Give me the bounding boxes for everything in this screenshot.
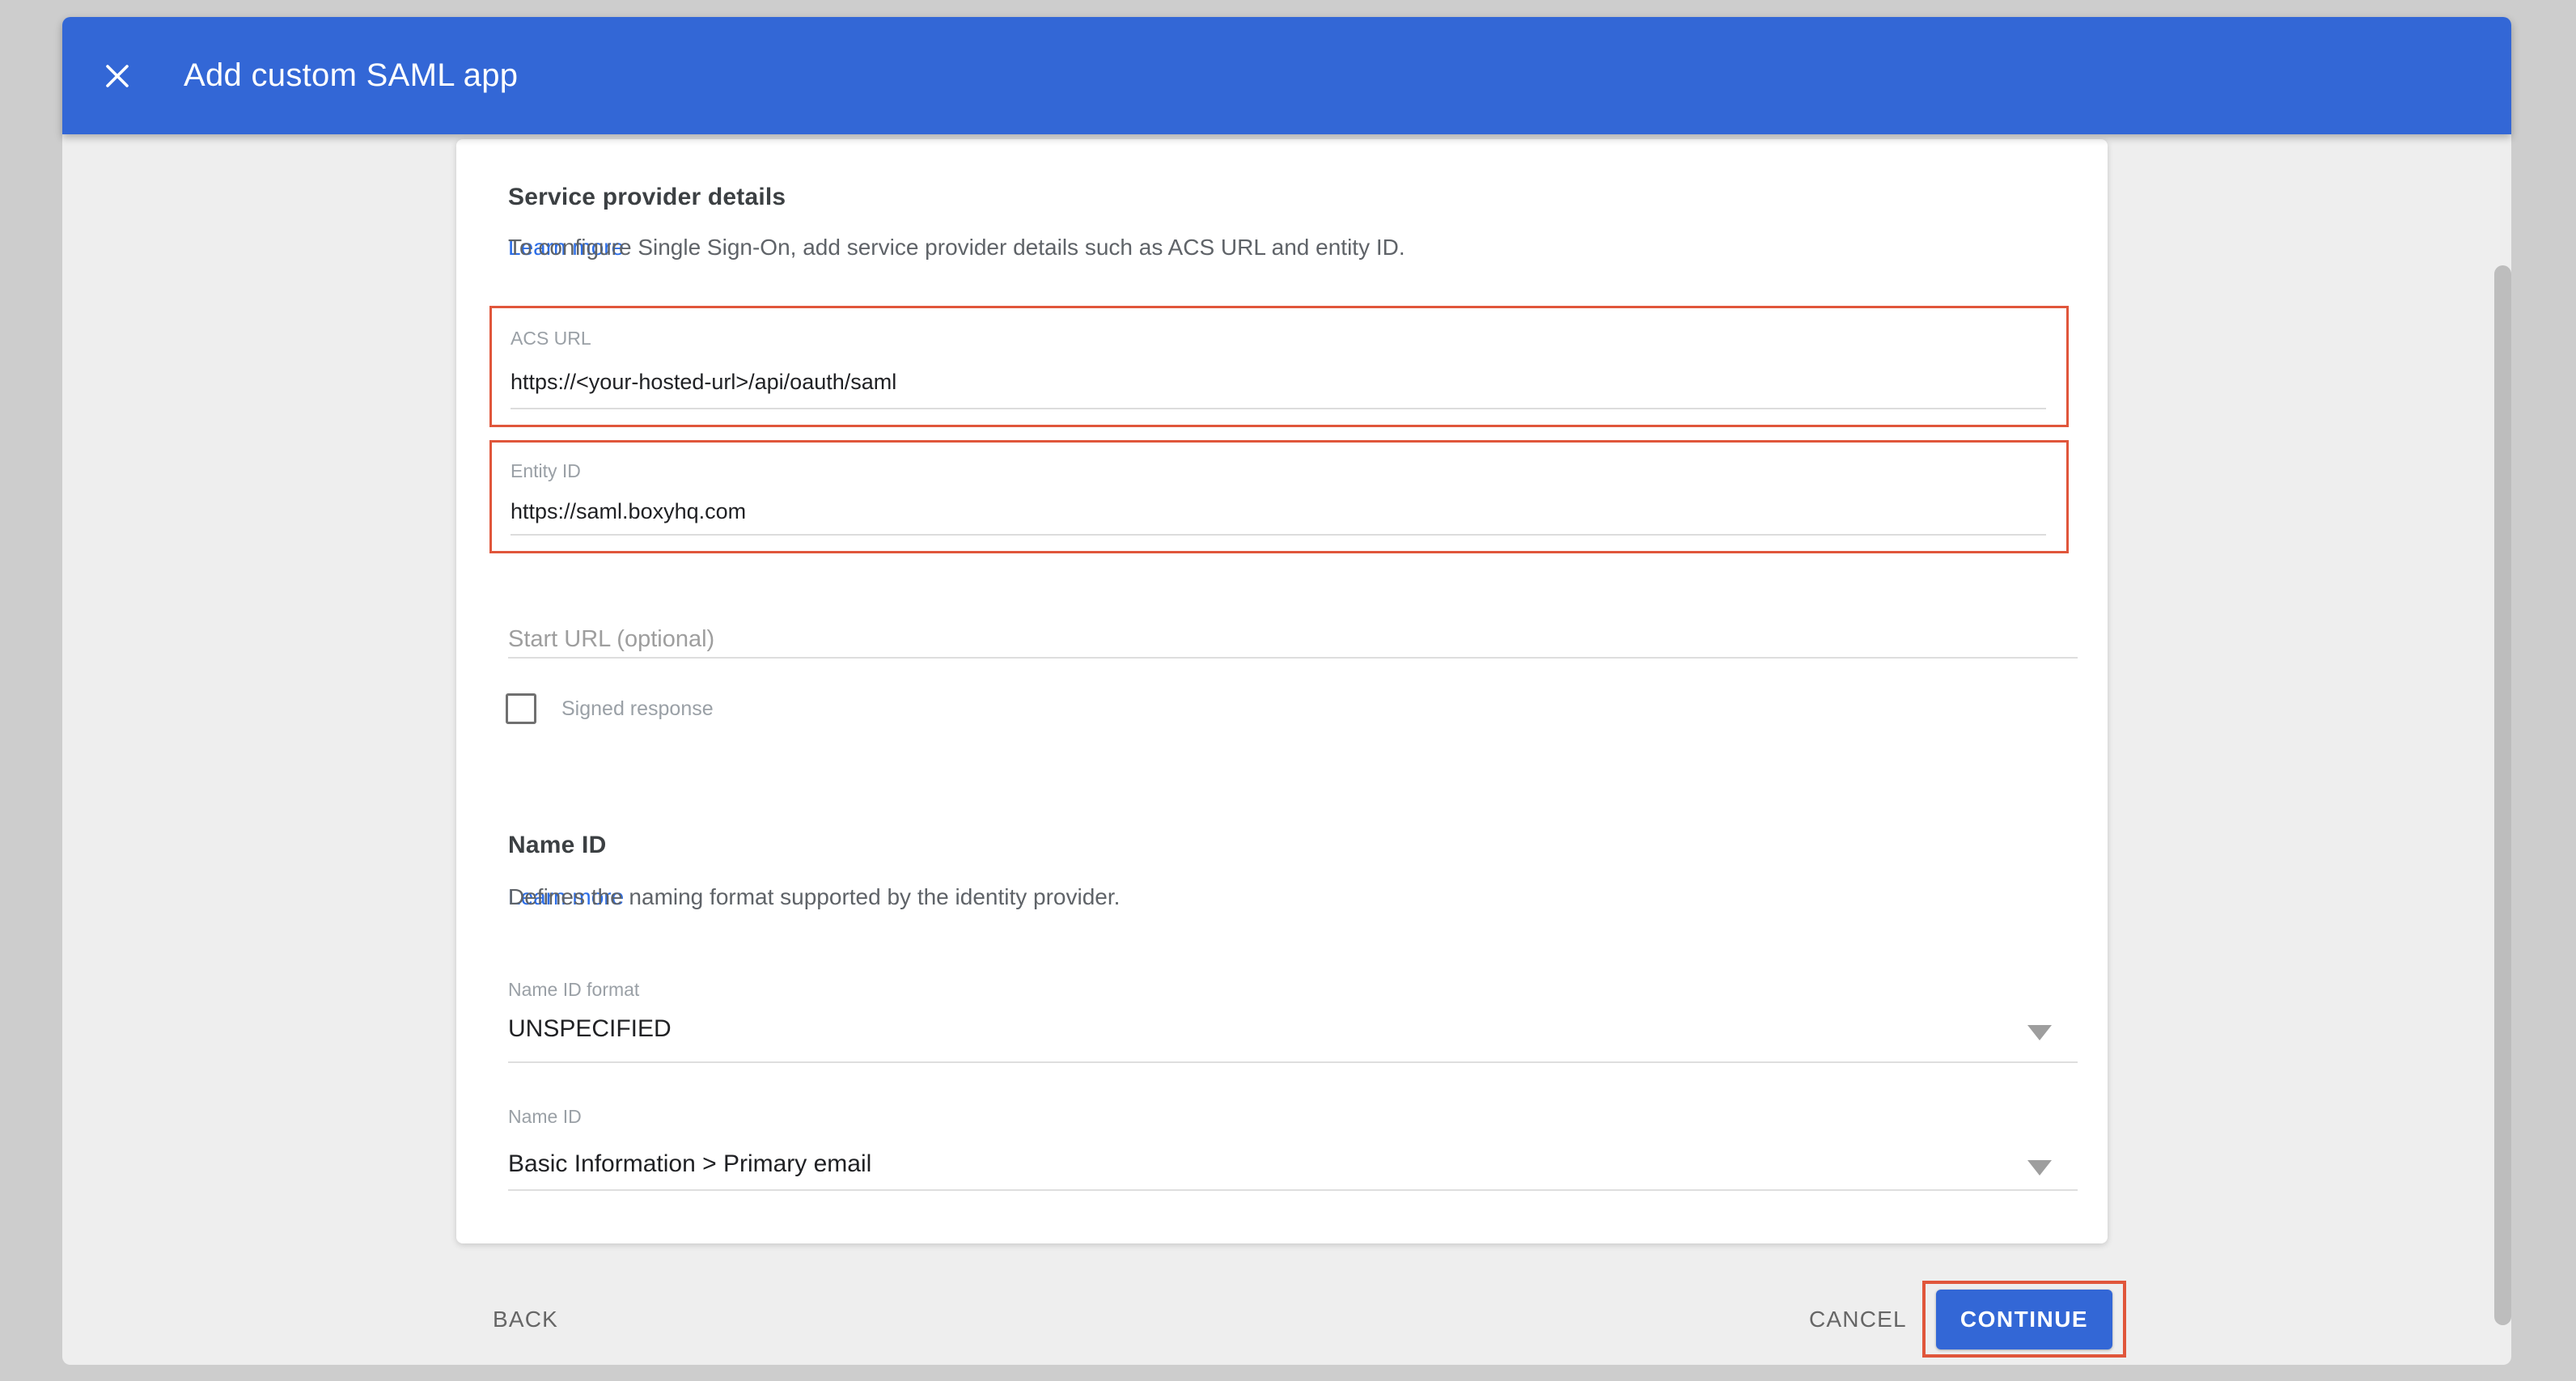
name-id-description-text: Defines the naming format supported by t… [508,884,1120,910]
close-icon[interactable] [101,60,133,92]
name-id-format-select[interactable]: UNSPECIFIED [508,1015,672,1043]
service-provider-card: Service provider details To configure Si… [456,139,2108,1243]
dialog-title: Add custom SAML app [184,57,518,94]
acs-url-input[interactable]: https://<your-hosted-url>/api/oauth/saml [511,370,896,395]
name-id-select[interactable]: Basic Information > Primary email [508,1150,871,1178]
signed-response-label: Signed response [561,697,714,721]
back-button[interactable]: BACK [493,1297,558,1342]
add-saml-app-dialog: Add custom SAML app Service provider det… [62,17,2511,1365]
start-url-input[interactable]: Start URL (optional) [508,626,714,653]
vertical-scrollbar-thumb[interactable] [2494,265,2511,1325]
acs-url-label: ACS URL [511,328,591,349]
name-id-dropdown-icon[interactable] [2027,1160,2052,1176]
service-provider-description: To configure Single Sign-On, add service… [508,235,624,261]
continue-button[interactable]: CONTINUE [1936,1290,2112,1349]
continue-highlight-box: CONTINUE [1922,1281,2126,1358]
entity-id-input[interactable]: https://saml.boxyhq.com [511,499,746,524]
name-id-underline [508,1189,2078,1191]
entity-id-highlight-box: Entity ID https://saml.boxyhq.com [489,440,2069,553]
name-id-label: Name ID [508,1106,582,1128]
name-id-format-dropdown-icon[interactable] [2027,1025,2052,1040]
service-provider-description-text: To configure Single Sign-On, add service… [508,235,1405,261]
acs-url-highlight-box: ACS URL https://<your-hosted-url>/api/oa… [489,306,2069,427]
name-id-format-label: Name ID format [508,979,639,1001]
dialog-header: Add custom SAML app [62,17,2511,134]
entity-id-label: Entity ID [511,460,581,482]
start-url-underline [508,657,2078,659]
cancel-button[interactable]: CANCEL [1809,1297,1907,1342]
signed-response-checkbox[interactable] [506,693,536,724]
service-provider-heading: Service provider details [508,184,786,211]
name-id-format-underline [508,1061,2078,1063]
acs-url-underline [511,408,2046,409]
name-id-heading: Name ID [508,832,606,859]
name-id-description: Defines the naming format supported by t… [508,884,624,910]
entity-id-underline [511,534,2046,536]
dialog-footer: BACK CANCEL [62,1297,2511,1342]
